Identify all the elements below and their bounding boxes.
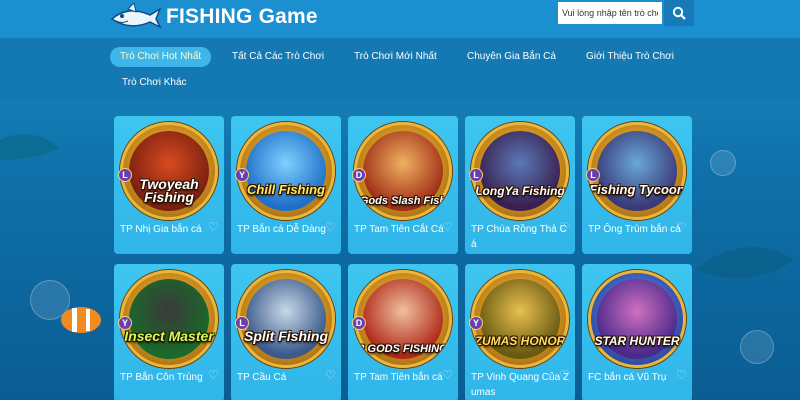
game-thumbnail[interactable]: LongYa Fishing bbox=[471, 122, 569, 220]
game-card[interactable]: Insect Master Y TP Bắn Côn Trùng ♡ bbox=[114, 264, 224, 400]
tab-game-intro[interactable]: Giới Thiệu Trò Chơi bbox=[576, 47, 684, 67]
background-clownfish-icon bbox=[61, 307, 101, 333]
game-badge: Y bbox=[118, 316, 132, 330]
game-art-title: Chill Fishing bbox=[247, 182, 325, 197]
favorite-icon[interactable]: ♡ bbox=[208, 220, 219, 234]
tab-fishing-expert[interactable]: Chuyên Gia Bắn Cá bbox=[457, 47, 566, 67]
game-card[interactable]: Split Fishing L TP Cầu Cá ♡ bbox=[231, 264, 341, 400]
game-art-title: 3 GODS FISHING bbox=[358, 343, 448, 355]
game-grid: Twoyeah Fishing L TP Nhị Gia bắn cá ♡ Ch… bbox=[114, 116, 694, 400]
game-badge: L bbox=[118, 168, 132, 182]
favorite-icon[interactable]: ♡ bbox=[676, 368, 687, 382]
site-logo[interactable]: FISHING Game bbox=[110, 2, 318, 32]
game-art bbox=[129, 279, 209, 359]
game-art bbox=[246, 279, 326, 359]
game-art-title: Fishing Tycoon bbox=[589, 182, 685, 197]
game-badge: L bbox=[469, 168, 483, 182]
background-bubble bbox=[710, 150, 736, 176]
game-card[interactable]: Fishing Tycoon L TP Ông Trùm bắn cá ♡ bbox=[582, 116, 692, 254]
background-shark-icon bbox=[0, 134, 60, 160]
game-thumbnail[interactable]: Chill Fishing bbox=[237, 122, 335, 220]
game-card[interactable]: Chill Fishing Y TP Bắn cá Dễ Dàng ♡ bbox=[231, 116, 341, 254]
game-art-title: Split Fishing bbox=[244, 328, 328, 344]
game-art-title: ZUMAS HONOR bbox=[474, 334, 566, 348]
favorite-icon[interactable]: ♡ bbox=[325, 220, 336, 234]
game-badge: Y bbox=[469, 316, 483, 330]
background-ray-icon bbox=[695, 247, 795, 278]
game-thumbnail[interactable]: 3 GODS FISHING bbox=[354, 270, 452, 368]
search-icon bbox=[672, 6, 686, 20]
game-art bbox=[597, 131, 677, 211]
game-art bbox=[480, 131, 560, 211]
game-name[interactable]: TP Ông Trùm bắn cá bbox=[588, 222, 688, 237]
game-art-title: Gods Slash Fish bbox=[359, 195, 447, 207]
game-name[interactable]: TP Nhị Gia bắn cá bbox=[120, 222, 220, 237]
tab-new-games[interactable]: Trò Chơi Mới Nhất bbox=[344, 47, 447, 67]
game-thumbnail[interactable]: ZUMAS HONOR bbox=[471, 270, 569, 368]
game-art-title: STAR HUNTER bbox=[594, 334, 680, 348]
site-header: FISHING Game bbox=[0, 0, 800, 38]
game-name[interactable]: FC bắn cá Vũ Trụ bbox=[588, 370, 688, 385]
game-name[interactable]: TP Bắn cá Dễ Dàng bbox=[237, 222, 337, 237]
game-thumbnail[interactable]: Split Fishing bbox=[237, 270, 335, 368]
game-card[interactable]: Gods Slash Fish D TP Tam Tiên Cắt Cá ♡ bbox=[348, 116, 458, 254]
favorite-icon[interactable]: ♡ bbox=[442, 220, 453, 234]
game-badge: D bbox=[352, 316, 366, 330]
game-card[interactable]: 3 GODS FISHING D TP Tam Tiên bắn cá ♡ bbox=[348, 264, 458, 400]
favorite-icon[interactable]: ♡ bbox=[208, 368, 219, 382]
game-badge: L bbox=[235, 316, 249, 330]
game-card[interactable]: Twoyeah Fishing L TP Nhị Gia bắn cá ♡ bbox=[114, 116, 224, 254]
game-badge: D bbox=[352, 168, 366, 182]
tab-all-games[interactable]: Tất Cả Các Trò Chơi bbox=[222, 47, 334, 67]
logo-text: FISHING Game bbox=[166, 5, 318, 28]
game-thumbnail[interactable]: STAR HUNTER bbox=[588, 270, 686, 368]
shark-logo-icon bbox=[110, 3, 162, 29]
game-art-title: Twoyeah Fishing bbox=[139, 176, 199, 206]
game-thumbnail[interactable]: Twoyeah Fishing bbox=[120, 122, 218, 220]
tab-other-games[interactable]: Trò Chơi Khác bbox=[112, 73, 197, 93]
game-badge: Y bbox=[235, 168, 249, 182]
background-bubble bbox=[30, 280, 70, 320]
search-button[interactable] bbox=[664, 0, 694, 26]
game-art bbox=[246, 131, 326, 211]
favorite-icon[interactable]: ♡ bbox=[442, 368, 453, 382]
game-name[interactable]: TP Bắn Côn Trùng bbox=[120, 370, 220, 385]
main-nav: Trò Chơi Hot Nhất Tất Cả Các Trò Chơi Tr… bbox=[0, 38, 800, 100]
game-badge: L bbox=[586, 168, 600, 182]
game-card[interactable]: STAR HUNTER FC bắn cá Vũ Trụ ♡ bbox=[582, 264, 692, 400]
favorite-icon[interactable]: ♡ bbox=[325, 368, 336, 382]
game-art-title: Insect Master bbox=[124, 328, 214, 344]
game-thumbnail[interactable]: Insect Master bbox=[120, 270, 218, 368]
favorite-icon[interactable]: ♡ bbox=[559, 220, 570, 234]
game-card[interactable]: ZUMAS HONOR Y TP Vinh Quang Của Zumas ♡ bbox=[465, 264, 575, 400]
game-name[interactable]: TP Vinh Quang Của Zumas bbox=[471, 370, 571, 400]
background-bubble bbox=[740, 330, 774, 364]
search-input[interactable] bbox=[558, 2, 662, 24]
favorite-icon[interactable]: ♡ bbox=[559, 368, 570, 382]
game-thumbnail[interactable]: Gods Slash Fish bbox=[354, 122, 452, 220]
game-name[interactable]: TP Tam Tiên bắn cá bbox=[354, 370, 454, 385]
tab-hot-games[interactable]: Trò Chơi Hot Nhất bbox=[110, 47, 212, 67]
game-card[interactable]: LongYa Fishing L TP Chúa Rồng Thả Cá ♡ bbox=[465, 116, 575, 254]
game-art-title: LongYa Fishing bbox=[475, 184, 565, 198]
game-name[interactable]: TP Chúa Rồng Thả Cá bbox=[471, 222, 571, 252]
game-name[interactable]: TP Tam Tiên Cắt Cá bbox=[354, 222, 454, 237]
favorite-icon[interactable]: ♡ bbox=[676, 220, 687, 234]
game-name[interactable]: TP Cầu Cá bbox=[237, 370, 337, 385]
game-thumbnail[interactable]: Fishing Tycoon bbox=[588, 122, 686, 220]
